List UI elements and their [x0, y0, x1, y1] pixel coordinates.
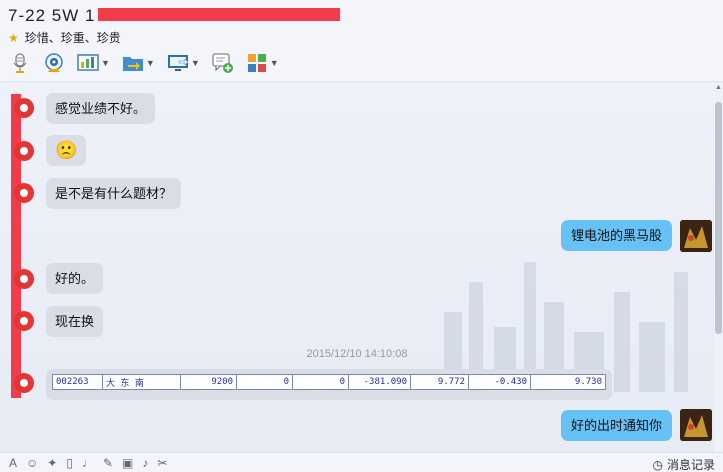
voice-call-button[interactable] — [6, 50, 34, 76]
chat-tags: 珍惜、珍重、珍贵 — [24, 31, 121, 45]
music-icon[interactable]: ♪ — [142, 456, 148, 470]
scroll-up-icon[interactable]: ▲ — [714, 84, 723, 91]
stock-cell: 9.730 — [574, 377, 602, 387]
message-bubble[interactable]: 感觉业绩不好。 — [46, 93, 156, 124]
message-history-button[interactable]: ◷ 消息记录 — [653, 456, 716, 472]
emoji-icon[interactable]: ☺ — [26, 456, 38, 470]
avatar[interactable] — [5, 178, 35, 208]
chat-message-area[interactable]: 感觉业绩不好。 🙁 是不是有什么题材？ 锂电池的黑马股 好的。 现在换 2015… — [0, 82, 714, 452]
remote-desktop-button[interactable]: ▼ — [164, 50, 203, 76]
message-bubble[interactable]: 是不是有什么题材？ — [46, 178, 182, 209]
stock-cell: -0.430 — [469, 375, 531, 389]
avatar[interactable] — [5, 264, 35, 294]
avatar[interactable] — [5, 93, 35, 123]
vibrate-icon[interactable]: ▯ — [66, 456, 73, 470]
avatar[interactable] — [5, 306, 35, 336]
microphone-icon — [13, 53, 27, 73]
toolbar: ▼ ▼ ▼ ▼ — [6, 50, 282, 76]
stock-cell: 9.772 — [411, 375, 469, 389]
stock-cell: 0 — [293, 375, 349, 389]
message-bubble[interactable]: 🙁 — [46, 135, 87, 166]
remote-desktop-icon — [167, 55, 189, 71]
avatar[interactable] — [5, 368, 35, 398]
apps-button[interactable]: ▼ — [243, 50, 282, 76]
scrollbar-thumb[interactable] — [715, 102, 722, 334]
send-file-button[interactable]: ▼ — [119, 50, 158, 76]
apps-icon — [247, 54, 266, 72]
avatar-image — [680, 409, 712, 441]
magic-icon[interactable]: ✦ — [47, 456, 57, 470]
message-bubble-self[interactable]: 好的出时通知你 — [560, 410, 672, 441]
chevron-down-icon[interactable]: ▼ — [270, 58, 279, 68]
star-icon: ★ — [8, 30, 19, 45]
chevron-down-icon[interactable]: ▼ — [146, 58, 155, 68]
voice-icon[interactable]: ♩ — [82, 456, 94, 470]
message-timestamp: 2015/12/10 14:10:08 — [306, 348, 408, 360]
redaction-bar — [98, 8, 340, 21]
background-skyline — [444, 262, 688, 392]
pencil-icon[interactable]: ✎ — [103, 456, 113, 470]
chevron-down-icon[interactable]: ▼ — [101, 58, 110, 68]
chart-button[interactable]: ▼ — [74, 50, 113, 76]
stock-cell: 大 东 南 — [103, 375, 181, 389]
tag-row: ★ 珍惜、珍重、珍贵 — [8, 29, 121, 46]
video-call-button[interactable] — [40, 50, 68, 76]
avatar[interactable] — [5, 136, 35, 166]
vertical-scrollbar[interactable]: ▲ — [714, 82, 723, 452]
title-row: 7-22 5W 1 — [8, 6, 95, 26]
stock-cell: 9200 — [181, 375, 237, 389]
chart-icon — [77, 54, 99, 71]
chevron-down-icon[interactable]: ▼ — [191, 58, 200, 68]
stock-table-row: 002263 大 东 南 9200 0 0 -381.090 9.772 -0.… — [52, 374, 606, 390]
folder-send-icon — [122, 57, 143, 71]
scissors-icon[interactable]: ✂ — [157, 456, 167, 470]
message-history-label: 消息记录 — [666, 458, 715, 472]
chat-header: 7-22 5W 1 ★ 珍惜、珍重、珍贵 ▼ ▼ ▼ ▼ — [0, 0, 723, 82]
start-group-chat-button[interactable] — [209, 50, 237, 76]
message-bubble-self[interactable]: 锂电池的黑马股 — [560, 220, 672, 251]
stock-screenshot-message[interactable]: 002263 大 东 南 9200 0 0 -381.090 9.772 -0.… — [46, 369, 612, 400]
stock-cell: 002263 — [53, 375, 103, 389]
chat-title: 7-22 5W 1 — [8, 6, 96, 25]
message-bubble[interactable]: 现在换 — [46, 306, 104, 337]
font-icon[interactable]: A — [9, 456, 17, 470]
avatar-self[interactable] — [680, 220, 712, 252]
video-camera-icon — [45, 53, 63, 72]
input-toolbar: A ☺ ✦ ▯ ♩ ✎ ▣ ♪ ✂ ◷ 消息记录 — [0, 452, 723, 472]
avatar-image — [680, 220, 712, 252]
stock-cell: 0 — [237, 375, 293, 389]
image-icon[interactable]: ▣ — [122, 456, 133, 470]
clock-icon: ◷ — [652, 457, 663, 472]
add-chat-icon — [212, 53, 233, 73]
avatar-self[interactable] — [680, 409, 712, 441]
message-bubble[interactable]: 好的。 — [46, 263, 104, 294]
stock-cell: -381.090 — [349, 375, 411, 389]
